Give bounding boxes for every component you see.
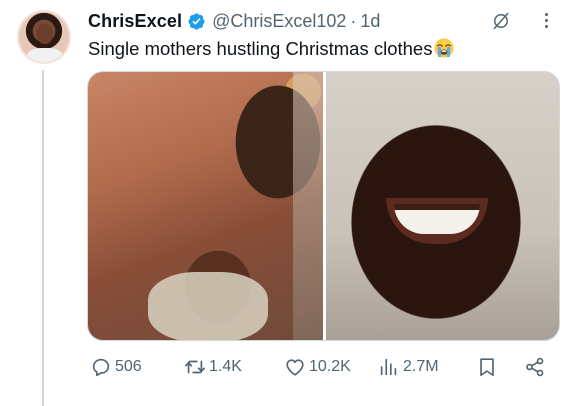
pillow-shape (148, 272, 268, 340)
timestamp[interactable]: 1d (360, 11, 380, 32)
display-name[interactable]: ChrisExcel (88, 11, 182, 32)
reply-count: 506 (115, 358, 142, 375)
share-button[interactable] (524, 352, 546, 382)
user-handle[interactable]: @ChrisExcel102 (212, 11, 346, 32)
verified-badge-icon[interactable] (187, 12, 206, 31)
avatar[interactable] (17, 10, 71, 64)
views-icon (380, 358, 397, 376)
repost-button[interactable]: 1.4K (184, 352, 242, 382)
repost-count: 1.4K (209, 358, 242, 375)
couple-in-bed-photo[interactable] (88, 72, 323, 340)
like-count: 10.2K (309, 358, 351, 375)
separator-dot: · (350, 10, 357, 31)
share-icon (526, 357, 544, 377)
like-button[interactable]: 10.2K (284, 352, 351, 382)
views-button[interactable]: 2.7M (378, 352, 439, 382)
repost-icon (185, 360, 205, 374)
more-icon[interactable] (538, 9, 554, 31)
bookmark-icon (480, 358, 494, 377)
bookmark-button[interactable] (476, 352, 498, 382)
man-laughing-photo[interactable] (326, 72, 559, 340)
views-count: 2.7M (403, 358, 439, 375)
reply-button[interactable]: 506 (90, 352, 142, 382)
grok-icon[interactable] (491, 10, 511, 32)
avatar-shirt (27, 48, 63, 62)
media-grid[interactable] (87, 71, 560, 341)
thread-connector-line (42, 70, 44, 406)
loudly-crying-face-emoji (434, 38, 455, 58)
tweet-text: Single mothers hustling Christmas clothe… (88, 36, 455, 62)
action-bar: 506 1.4K 10.2K 2.7M (88, 352, 558, 382)
sheet-shape (293, 72, 323, 340)
reply-icon (92, 358, 110, 377)
like-icon (286, 359, 304, 376)
tweet-body: Single mothers hustling Christmas clothe… (88, 38, 433, 59)
tweet-header: ChrisExcel @ChrisExcel102 · 1d (88, 9, 558, 33)
avatar-face (37, 24, 53, 44)
